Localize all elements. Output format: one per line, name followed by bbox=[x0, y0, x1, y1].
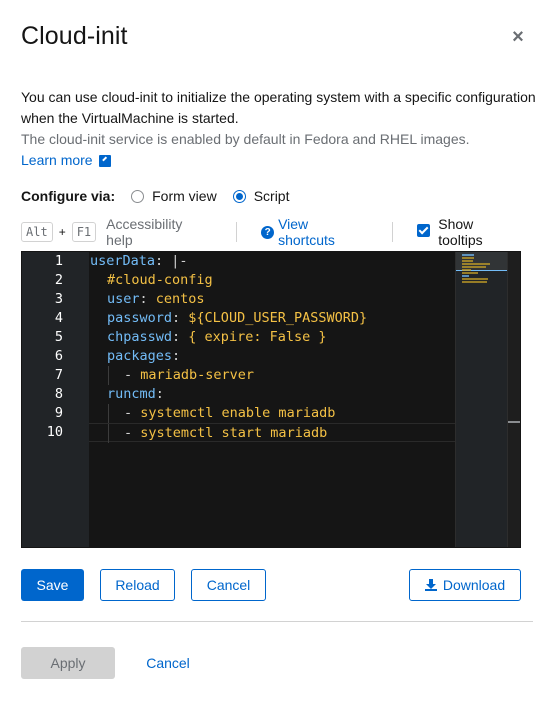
configure-via: Configure via: Form view Script bbox=[21, 186, 305, 206]
code-editor[interactable]: 1 2 3 4 5 6 7 8 9 10 userData: |- #cloud… bbox=[21, 251, 521, 548]
minimap-line bbox=[462, 269, 471, 271]
cancel-button[interactable]: Cancel bbox=[134, 647, 202, 679]
code-text: - systemctl start mariadb bbox=[124, 425, 328, 441]
kbd-plus: + bbox=[58, 225, 66, 239]
toolbar-divider bbox=[236, 222, 238, 242]
radio-script-circle[interactable] bbox=[232, 189, 246, 203]
indent-guide bbox=[90, 424, 107, 443]
description-subtext: The cloud-init service is enabled by def… bbox=[21, 131, 470, 147]
code-text: - systemctl enable mariadb bbox=[124, 405, 336, 421]
learn-more-link[interactable]: Learn more bbox=[21, 150, 111, 171]
description-text: You can use cloud-init to initialize the… bbox=[21, 89, 536, 126]
indent-guide bbox=[107, 404, 124, 423]
line-number: 1 bbox=[54, 253, 63, 269]
close-icon[interactable]: × bbox=[508, 27, 528, 47]
minimap-line bbox=[462, 260, 473, 262]
cancel-editor-button[interactable]: Cancel bbox=[191, 569, 266, 601]
code-line[interactable]: - systemctl enable mariadb bbox=[89, 404, 455, 423]
indent-guide bbox=[90, 328, 107, 347]
radio-script-label: Script bbox=[253, 188, 290, 204]
apply-button[interactable]: Apply bbox=[21, 647, 115, 679]
minimap-line bbox=[462, 254, 474, 256]
indent-guide bbox=[90, 366, 107, 385]
view-shortcuts-button[interactable]: ? View shortcuts bbox=[261, 216, 368, 248]
code-line[interactable]: password: ${CLOUD_USER_PASSWORD} bbox=[89, 309, 455, 328]
toolbar-divider-2 bbox=[392, 222, 394, 242]
indent-guide bbox=[90, 309, 107, 328]
kbd-f1: F1 bbox=[71, 222, 97, 242]
accessibility-help-text: Accessibility help bbox=[106, 216, 183, 248]
editor-minimap[interactable] bbox=[455, 252, 508, 547]
line-number-gutter: 1 2 3 4 5 6 7 8 9 10 bbox=[22, 252, 89, 547]
minimap-line bbox=[462, 275, 469, 277]
code-text: #cloud-config bbox=[107, 272, 213, 288]
kbd-alt: Alt bbox=[21, 222, 53, 242]
download-label: Download bbox=[442, 577, 506, 593]
download-icon bbox=[424, 579, 437, 591]
line-number: 6 bbox=[54, 348, 63, 364]
line-number: 9 bbox=[54, 405, 63, 421]
editor-scrollbar[interactable] bbox=[507, 252, 520, 547]
minimap-line bbox=[462, 266, 486, 268]
minimap-line bbox=[462, 257, 474, 259]
code-text: packages: bbox=[107, 348, 181, 364]
line-number: 4 bbox=[54, 310, 63, 326]
modal-title: Cloud-init bbox=[21, 22, 128, 50]
learn-more-label: Learn more bbox=[21, 152, 93, 168]
minimap-line bbox=[462, 272, 478, 274]
code-area[interactable]: userData: |- #cloud-config user: centos … bbox=[89, 252, 455, 547]
minimap-line bbox=[462, 281, 487, 283]
radio-form-view[interactable]: Form view bbox=[131, 188, 217, 204]
show-tooltips-label: Show tooltips bbox=[438, 216, 483, 248]
radio-form-view-label: Form view bbox=[152, 188, 217, 204]
download-button[interactable]: Download bbox=[409, 569, 521, 601]
code-line[interactable]: userData: |- bbox=[89, 252, 455, 271]
editor-toolbar: Alt + F1 Accessibility help ? View short… bbox=[21, 216, 521, 248]
code-line[interactable]: - mariadb-server bbox=[89, 366, 455, 385]
code-text: runcmd: bbox=[107, 386, 164, 402]
indent-guide bbox=[90, 290, 107, 309]
code-text: user: centos bbox=[107, 291, 205, 307]
line-number: 7 bbox=[54, 367, 63, 383]
code-text: chpasswd: { expire: False } bbox=[107, 329, 327, 345]
footer-divider bbox=[21, 621, 533, 622]
indent-guide bbox=[90, 385, 107, 404]
indent-guide bbox=[90, 347, 107, 366]
show-tooltips-toggle[interactable]: Show tooltips bbox=[417, 216, 521, 248]
line-number: 2 bbox=[54, 272, 63, 288]
description: You can use cloud-init to initialize the… bbox=[21, 87, 541, 171]
scrollbar-cursor-marker bbox=[508, 421, 520, 423]
save-button[interactable]: Save bbox=[21, 569, 84, 601]
line-number: 3 bbox=[54, 291, 63, 307]
code-line[interactable]: packages: bbox=[89, 347, 455, 366]
show-tooltips-checkbox[interactable] bbox=[417, 223, 431, 237]
line-number: 10 bbox=[46, 424, 63, 440]
code-line-active[interactable]: - systemctl start mariadb bbox=[89, 423, 455, 443]
indent-guide bbox=[90, 404, 107, 423]
code-text: userData: |- bbox=[90, 253, 188, 269]
external-link-icon bbox=[98, 154, 111, 167]
indent-guide bbox=[107, 366, 124, 385]
radio-form-view-circle[interactable] bbox=[131, 189, 145, 203]
line-number: 8 bbox=[54, 386, 63, 402]
code-line[interactable]: chpasswd: { expire: False } bbox=[89, 328, 455, 347]
code-text: - mariadb-server bbox=[124, 367, 255, 383]
minimap-line bbox=[462, 278, 488, 280]
reload-button[interactable]: Reload bbox=[100, 569, 175, 601]
line-number: 5 bbox=[54, 329, 63, 345]
code-line[interactable]: user: centos bbox=[89, 290, 455, 309]
code-line[interactable]: runcmd: bbox=[89, 385, 455, 404]
code-line[interactable]: #cloud-config bbox=[89, 271, 455, 290]
configure-via-label: Configure via: bbox=[21, 188, 116, 204]
indent-guide bbox=[107, 424, 124, 443]
code-text: password: ${CLOUD_USER_PASSWORD} bbox=[107, 310, 368, 326]
view-shortcuts-label: View shortcuts bbox=[278, 216, 335, 248]
question-circle-icon: ? bbox=[261, 225, 275, 239]
minimap-line bbox=[462, 263, 490, 265]
indent-guide bbox=[90, 271, 107, 290]
radio-script[interactable]: Script bbox=[232, 188, 290, 204]
